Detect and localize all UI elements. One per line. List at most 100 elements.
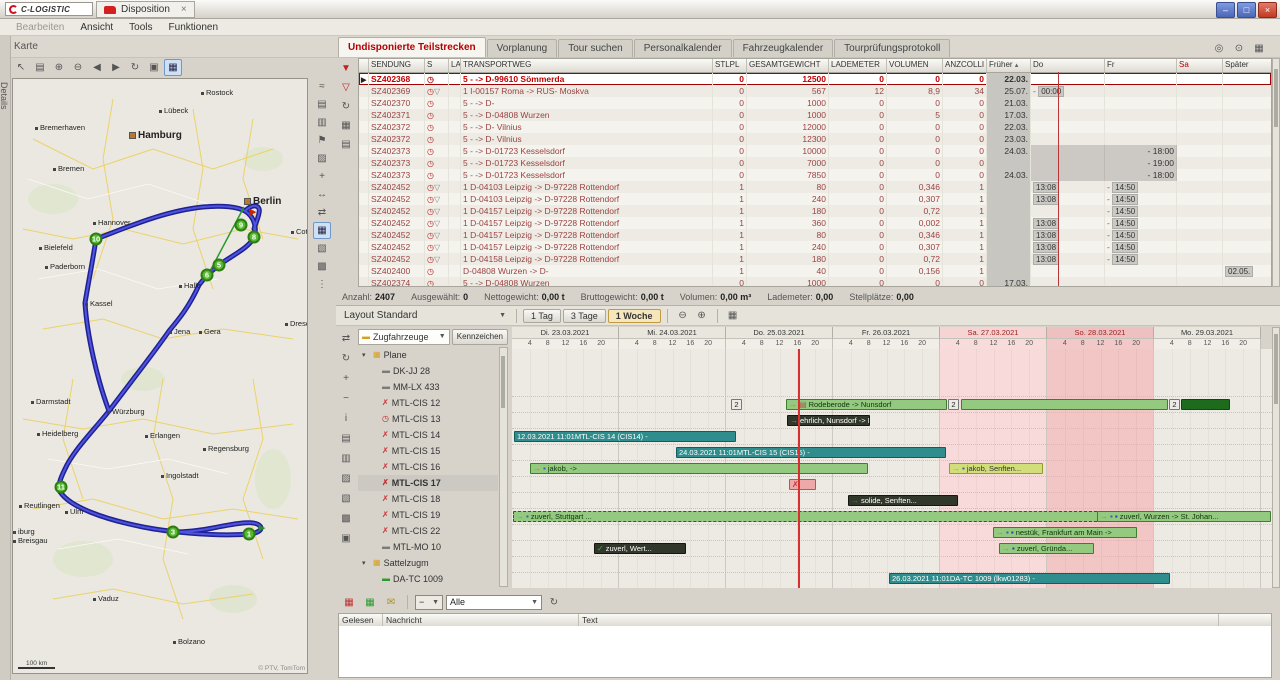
fit-icon[interactable]: ▣ bbox=[145, 59, 163, 76]
tab-tour-suchen[interactable]: Tour suchen bbox=[558, 39, 633, 57]
cal-red-icon[interactable]: ▦ bbox=[340, 594, 358, 611]
tree-item-mtl-cis-19[interactable]: ✗ MTL-CIS 19 bbox=[358, 507, 498, 523]
chart2-icon[interactable]: ▨ bbox=[337, 470, 355, 487]
gantt-bar[interactable]: → ▪ zuverl, Gründa... bbox=[999, 543, 1094, 554]
column-header-später[interactable]: Später bbox=[1223, 59, 1271, 72]
table-row[interactable]: SZ402373 ◷ 5 - -> D-01723 Kesselsdorf 0 1000… bbox=[359, 145, 1271, 157]
refresh-table-icon[interactable]: ↻ bbox=[337, 98, 355, 115]
gantt-bar[interactable]: → ▪ jakob, -> bbox=[530, 463, 868, 474]
tab-close-icon[interactable]: × bbox=[181, 4, 187, 15]
tree-item-mtl-cis-22[interactable]: ✗ MTL-CIS 22 bbox=[358, 523, 498, 539]
tree-item-plane[interactable]: ▾ ▦ Plane bbox=[358, 347, 498, 363]
refresh-gantt-icon[interactable]: ↻ bbox=[337, 350, 355, 367]
kennzeichen-button[interactable]: Kennzeichen bbox=[451, 328, 508, 345]
doc-icon[interactable]: ▤ bbox=[337, 430, 355, 447]
column-header-sendung[interactable]: SENDUNG bbox=[369, 59, 425, 72]
document-tab-disposition[interactable]: Disposition × bbox=[96, 1, 195, 18]
gantt-bar[interactable]: → ▪ ▪ nestük, Frankfurt am Main -> bbox=[993, 527, 1137, 538]
range-button-1-tag[interactable]: 1 Tag bbox=[523, 308, 561, 323]
gantt-bar[interactable] bbox=[961, 399, 1168, 410]
gantt-zoom-in-icon[interactable]: ⊕ bbox=[693, 307, 711, 324]
gantt-bar[interactable]: 24.03.2021 11:01MTL-CIS 15 (CIS15) - bbox=[676, 447, 946, 458]
column-header-volumen[interactable]: VOLUMEN bbox=[887, 59, 943, 72]
expand-icon[interactable]: ⇄ bbox=[337, 330, 355, 347]
refresh-icon[interactable]: ↻ bbox=[126, 59, 144, 76]
refresh-msg-icon[interactable]: ↻ bbox=[545, 594, 563, 611]
message-column-text[interactable]: Text bbox=[579, 614, 1219, 626]
pan-icon[interactable]: ↖ bbox=[12, 59, 30, 76]
more-icon[interactable]: ⋮ bbox=[313, 276, 331, 293]
gantt-bar[interactable]: → ▪ zuverl, Stuttgart ... bbox=[513, 511, 1102, 522]
column-header-lademeter[interactable]: LADEMETER bbox=[829, 59, 887, 72]
gantt-body[interactable]: 2 → ▤ Rodeberode -> Nunsdorf 2 2 → ehrlich, Nun… bbox=[512, 349, 1272, 588]
table-row[interactable]: SZ402373 ◷ 5 - -> D-01723 Kesselsdorf 0 7850… bbox=[359, 169, 1271, 181]
filter-icon[interactable]: ▼ bbox=[337, 60, 355, 77]
tree-item-dk-jj-28[interactable]: ▬ DK-JJ 28 bbox=[358, 363, 498, 379]
columns-icon[interactable]: ▦ bbox=[337, 117, 355, 134]
message-filter-mini-combo[interactable]: − ▼ bbox=[415, 594, 443, 610]
print2-icon[interactable]: ▣ bbox=[337, 530, 355, 547]
grid2-icon[interactable]: ▩ bbox=[337, 510, 355, 527]
print-map-icon[interactable]: ▤ bbox=[313, 96, 331, 113]
grid-icon[interactable]: ▦ bbox=[1250, 40, 1268, 57]
map-canvas[interactable]: 100 km © PTV, TomTom Rostock Lübeck Hambur… bbox=[12, 78, 308, 674]
add-person-icon[interactable]: + bbox=[313, 168, 331, 185]
tiles-icon[interactable]: ▩ bbox=[313, 258, 331, 275]
column-header-s[interactable]: S bbox=[425, 59, 449, 72]
image-icon[interactable]: ▧ bbox=[313, 240, 331, 257]
table-row[interactable]: SZ402372 ◷ 5 - -> D- Vilnius 0 12000 0 0 0 22.03… bbox=[359, 121, 1271, 133]
tree-item-mtl-cis-13[interactable]: ◷ MTL-CIS 13 bbox=[358, 411, 498, 427]
back-icon[interactable]: ◀ bbox=[88, 59, 106, 76]
table-row[interactable]: SZ402452 ◷▽ 1 D-04158 Leipzig -> D-97228 R… bbox=[359, 253, 1271, 265]
close-button[interactable]: × bbox=[1258, 2, 1277, 18]
column-header-früher[interactable]: Früher▲ bbox=[987, 59, 1031, 72]
column-header-fr[interactable]: Fr bbox=[1105, 59, 1177, 72]
cal-green-icon[interactable]: ▦ bbox=[361, 594, 379, 611]
expand-icon[interactable]: ▾ bbox=[362, 559, 370, 567]
pin-icon[interactable]: ◎ bbox=[1210, 40, 1228, 57]
gantt-badge[interactable]: 2 bbox=[731, 399, 742, 410]
tree-item-mtl-cis-17[interactable]: ✗ MTL-CIS 17 bbox=[358, 475, 498, 491]
menu-item-bearbeiten[interactable]: Bearbeiten bbox=[8, 22, 72, 33]
tree-item-mtl-mo-10[interactable]: ▬ MTL-MO 10 bbox=[358, 539, 498, 555]
select-area-icon[interactable]: ▦ bbox=[313, 222, 331, 239]
tree-item-mtl-cis-12[interactable]: ✗ MTL-CIS 12 bbox=[358, 395, 498, 411]
zoom-in-icon[interactable]: ⊕ bbox=[50, 59, 68, 76]
mail-icon[interactable]: ✉ bbox=[382, 594, 400, 611]
device-icon[interactable]: ▥ bbox=[337, 450, 355, 467]
tab-vorplanung[interactable]: Vorplanung bbox=[486, 39, 558, 57]
chart-icon[interactable]: ▥ bbox=[313, 114, 331, 131]
expand-icon[interactable]: ▾ bbox=[362, 351, 370, 359]
column-header-anzcolli[interactable]: ANZCOLLI bbox=[943, 59, 987, 72]
column-header-la[interactable]: LA bbox=[449, 59, 461, 72]
table-row[interactable]: SZ402369 ◷▽ 1 I-00157 Roma -> RUS- Moskva 0… bbox=[359, 85, 1271, 97]
message-column-gelesen[interactable]: Gelesen bbox=[339, 614, 383, 626]
layout-combo[interactable]: Layout Standard ▼ bbox=[340, 310, 510, 321]
distance-icon[interactable]: ↔ bbox=[313, 186, 331, 203]
tree-item-mtl-cis-15[interactable]: ✗ MTL-CIS 15 bbox=[358, 443, 498, 459]
tab-fahrzeugkalender[interactable]: Fahrzeugkalender bbox=[732, 39, 834, 57]
menu-item-funktionen[interactable]: Funktionen bbox=[161, 22, 226, 33]
table-row[interactable]: SZ402452 ◷▽ 1 D-04157 Leipzig -> D-97228 R… bbox=[359, 241, 1271, 253]
tree-item-da-tc-1009[interactable]: ▬ DA-TC 1009 bbox=[358, 571, 498, 587]
search-icon[interactable]: ⊙ bbox=[1230, 40, 1248, 57]
gantt-bar[interactable]: → solide, Senften... bbox=[848, 495, 958, 506]
forward-icon[interactable]: ▶ bbox=[107, 59, 125, 76]
details-strip[interactable]: Details bbox=[0, 36, 11, 680]
gantt-bar[interactable]: → ▤ Rodeberode -> Nunsdorf bbox=[786, 399, 947, 410]
tree-item-mtl-cis-18[interactable]: ✗ MTL-CIS 18 bbox=[358, 491, 498, 507]
table-row[interactable]: SZ402374 ◷ 5 - -> D-04808 Wurzen 0 1000 0 0 0 17… bbox=[359, 277, 1271, 286]
column-header-sa[interactable]: Sa bbox=[1177, 59, 1223, 72]
table-vertical-scrollbar[interactable] bbox=[1272, 58, 1280, 287]
gantt-bar[interactable]: → ▪ jakob, Senften... bbox=[949, 463, 1043, 474]
column-header-marker[interactable] bbox=[359, 59, 369, 72]
gantt-vertical-scrollbar[interactable] bbox=[1272, 327, 1280, 588]
gantt-badge[interactable]: 2 bbox=[1169, 399, 1180, 410]
table-row[interactable]: SZ402452 ◷▽ 1 D-04157 Leipzig -> D-97228 R… bbox=[359, 205, 1271, 217]
table-row[interactable]: SZ402371 ◷ 5 - -> D-04808 Wurzen 0 1000 0 5 0 17… bbox=[359, 109, 1271, 121]
gantt-bar[interactable]: ✓ zuverl, Wert... bbox=[594, 543, 686, 554]
filter-clear-icon[interactable]: ▽ bbox=[337, 79, 355, 96]
message-filter-combo[interactable]: Alle ▼ bbox=[446, 594, 542, 610]
gantt-bar[interactable]: ✗ bbox=[789, 479, 816, 490]
column-header-do[interactable]: Do bbox=[1031, 59, 1105, 72]
